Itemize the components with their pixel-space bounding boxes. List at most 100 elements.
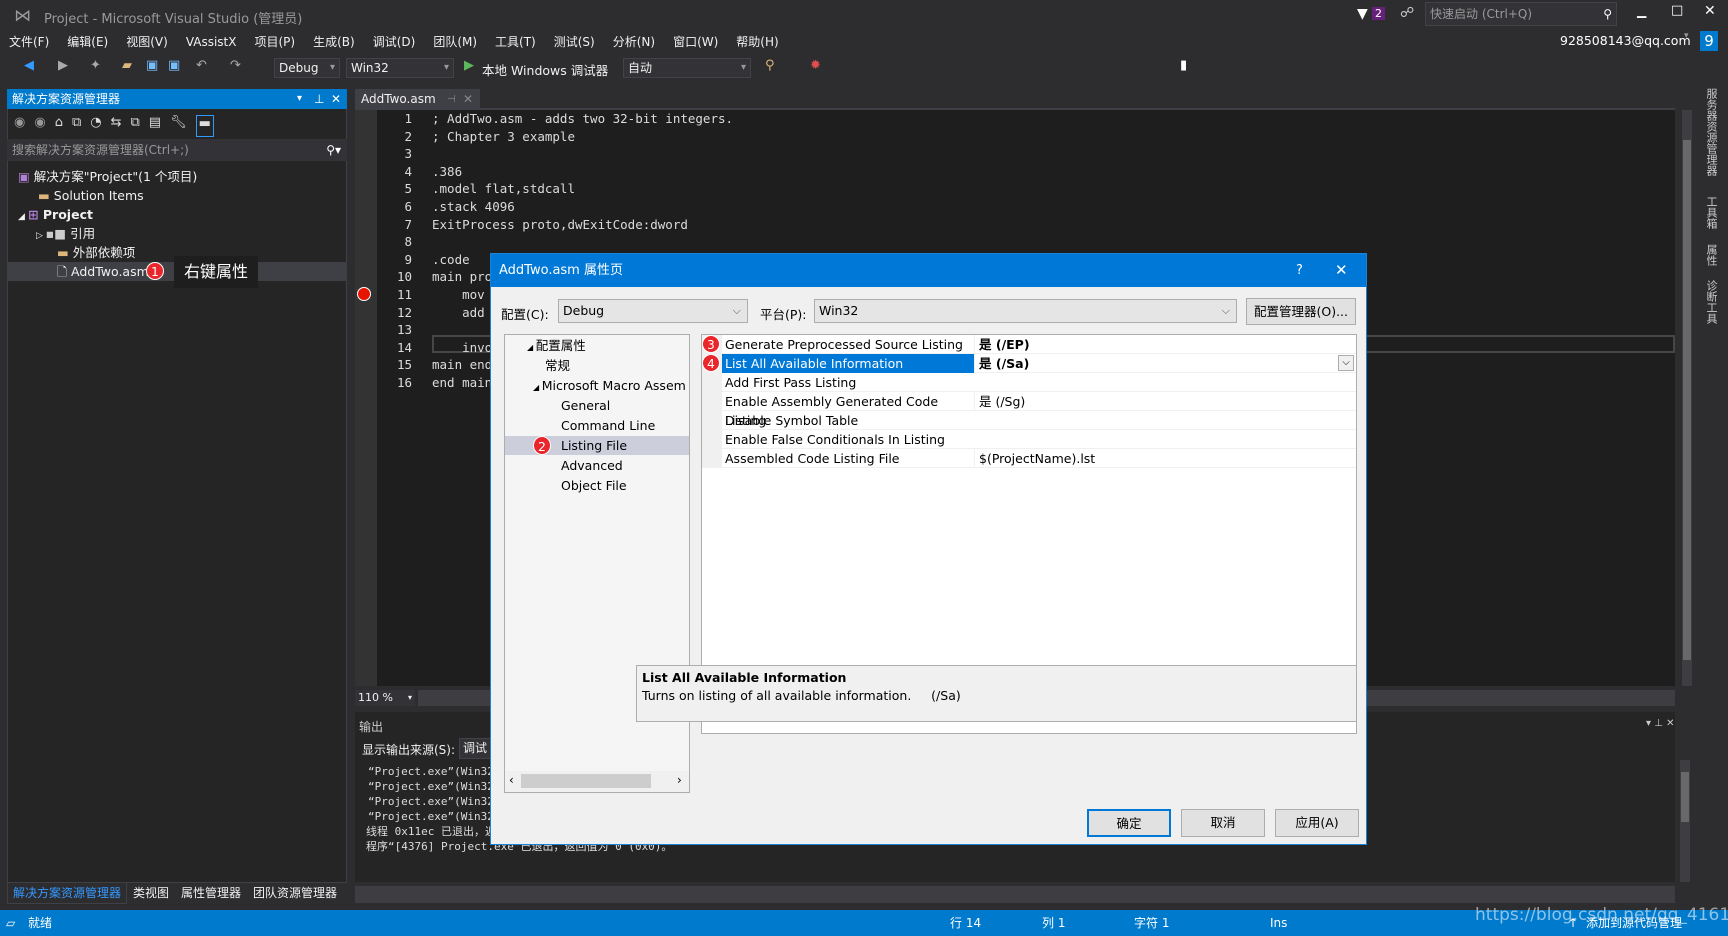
back-icon[interactable]: ◀	[24, 58, 34, 73]
property-row[interactable]: Enable Assembly Generated Code Listing 是 …	[702, 392, 1356, 428]
menu-build[interactable]: 生成(B)	[304, 32, 364, 52]
menu-project[interactable]: 项目(P)	[245, 32, 304, 52]
platform-dropdown[interactable]: Win32	[814, 299, 1237, 323]
tree-node[interactable]: 常规	[505, 356, 689, 375]
tree-node[interactable]: Command Line	[505, 416, 689, 435]
minimize-button[interactable]: ▁	[1637, 4, 1646, 18]
property-row[interactable]: Disable Symbol Table	[702, 411, 1356, 430]
tab-close-icon[interactable]: ✕	[463, 89, 473, 110]
menu-test[interactable]: 测试(S)	[545, 32, 604, 52]
property-value[interactable]: 是 (/EP)	[974, 335, 1354, 354]
account-chevron-icon[interactable]: ▾	[1684, 31, 1689, 41]
menu-help[interactable]: 帮助(H)	[727, 32, 787, 52]
menu-debug[interactable]: 调试(D)	[364, 32, 425, 52]
tree-node[interactable]: Advanced	[505, 456, 689, 475]
property-row[interactable]: Generate Preprocessed Source Listing 是 (/…	[702, 335, 1356, 354]
property-row[interactable]: List All Available Information 是 (/Sa) ⌵ 4	[702, 354, 1356, 373]
apply-button[interactable]: 应用(A)	[1275, 809, 1359, 837]
property-value[interactable]: 是 (/Sg)	[974, 392, 1354, 411]
pin-icon[interactable]: ⊥	[314, 89, 324, 109]
tab-properties[interactable]: 属性	[1704, 244, 1718, 266]
menu-vassistx[interactable]: VAssistX	[177, 32, 246, 52]
menu-analyze[interactable]: 分析(N)	[604, 32, 664, 52]
tree-item-solution[interactable]: ▣ 解决方案"Project"(1 个项目)	[18, 167, 197, 186]
save-all-icon[interactable]: ▣	[168, 58, 180, 73]
panel-close-icon[interactable]: ✕	[331, 89, 341, 109]
start-debug-icon[interactable]: ▶	[464, 58, 474, 73]
dialog-close-button[interactable]: ✕	[1335, 254, 1348, 287]
property-row[interactable]: Enable False Conditionals In Listing	[702, 430, 1356, 449]
collapse-all-icon[interactable]: ⧉	[131, 115, 140, 137]
sync-icon[interactable]: ⇆	[111, 115, 122, 137]
ok-button[interactable]: 确定	[1087, 809, 1171, 837]
editor-vertical-scrollbar[interactable]	[1682, 110, 1692, 686]
menu-tools[interactable]: 工具(T)	[486, 32, 545, 52]
configuration-dropdown[interactable]: Debug	[274, 58, 340, 78]
scrollbar-thumb[interactable]	[1683, 140, 1691, 660]
quick-launch-input[interactable]: 快速启动 (Ctrl+Q) ⚲	[1425, 2, 1617, 26]
scrollbar-thumb[interactable]	[521, 774, 651, 788]
zoom-dropdown[interactable]: 110 % ▾	[355, 690, 415, 706]
menu-team[interactable]: 团队(M)	[424, 32, 486, 52]
help-button[interactable]: ?	[1296, 254, 1303, 287]
property-row[interactable]: Assembled Code Listing File $(ProjectName…	[702, 449, 1356, 468]
tree-item-references[interactable]: ▷ ▪■ 引用	[36, 224, 95, 243]
new-project-icon[interactable]: ✦	[90, 58, 101, 73]
close-button[interactable]: ✕	[1704, 3, 1716, 19]
expand-arrow-icon[interactable]: ◢	[18, 212, 28, 222]
menu-file[interactable]: 文件(F)	[0, 32, 58, 52]
value-dropdown-icon[interactable]: ⌵	[1338, 355, 1354, 371]
output-vertical-scrollbar[interactable]	[1680, 760, 1690, 882]
tree-item-solution-items[interactable]: ▬ Solution Items	[38, 186, 144, 205]
output-menu-icon[interactable]: ▾ ⊥ ✕	[1646, 718, 1674, 729]
account-name[interactable]: 928508143@qq.com	[1560, 33, 1691, 48]
redo-icon[interactable]: ↷	[230, 58, 241, 73]
tab-toolbox[interactable]: 工具箱	[1704, 196, 1718, 229]
expand-arrow-icon[interactable]: ◢	[527, 343, 536, 352]
editor-tab-addtwo[interactable]: AddTwo.asm ⊣ ✕	[355, 89, 480, 110]
tree-item-external-deps[interactable]: ▬ 外部依赖项	[57, 243, 135, 262]
output-horizontal-scrollbar[interactable]	[355, 886, 1675, 903]
undo-icon[interactable]: ↶	[196, 58, 207, 73]
property-value[interactable]: $(ProjectName).lst	[974, 449, 1354, 468]
breakpoint-icon[interactable]	[357, 287, 371, 301]
notification-badge[interactable]: 2	[1372, 7, 1385, 20]
property-value[interactable]: 是 (/Sa)	[974, 354, 1354, 373]
tree-horizontal-scrollbar[interactable]: ‹ ›	[505, 771, 689, 792]
tab-property-manager[interactable]: 属性管理器	[175, 883, 247, 904]
show-all-files-icon[interactable]: ▤	[149, 115, 161, 137]
preview-icon[interactable]: ▬	[195, 115, 214, 137]
maximize-button[interactable]: □	[1671, 3, 1683, 18]
scroll-right-icon[interactable]: ›	[677, 773, 682, 787]
property-row[interactable]: Add First Pass Listing	[702, 373, 1356, 392]
home-icon[interactable]: ⌂	[55, 115, 63, 137]
config-manager-button[interactable]: 配置管理器(O)...	[1246, 298, 1356, 325]
platform-dropdown[interactable]: Win32	[346, 58, 454, 78]
tab-class-view[interactable]: 类视图	[127, 883, 175, 904]
feedback-icon[interactable]: ☍	[1400, 5, 1414, 21]
tree-node[interactable]: ◢ 配置属性	[505, 336, 689, 355]
forward-icon[interactable]: ▶	[58, 58, 68, 73]
start-debugger-button[interactable]: 本地 Windows 调试器	[482, 60, 608, 79]
pin-icon[interactable]: ⊣	[447, 89, 456, 110]
tab-solution-explorer[interactable]: 解决方案资源管理器	[7, 883, 128, 904]
scroll-left-icon[interactable]: ‹	[509, 773, 514, 787]
properties-wrench-icon[interactable]: 🔧︎	[170, 115, 187, 137]
cancel-button[interactable]: 取消	[1181, 809, 1265, 837]
save-icon[interactable]: ▣	[146, 58, 158, 73]
filter-icon[interactable]: ▼	[1357, 6, 1368, 22]
pending-changes-icon[interactable]: ◔	[90, 115, 101, 137]
menu-edit[interactable]: 编辑(E)	[58, 32, 117, 52]
bug-icon[interactable]: ✹	[810, 58, 821, 73]
tab-server-explorer[interactable]: 服务器资源管理器	[1704, 88, 1718, 176]
bookmark-icon[interactable]: ▮	[1180, 58, 1187, 73]
expand-arrow-icon[interactable]: ◢	[533, 383, 542, 392]
find-in-files-icon[interactable]: ⚲	[765, 58, 775, 73]
menu-window[interactable]: 窗口(W)	[664, 32, 727, 52]
tab-team-explorer[interactable]: 团队资源管理器	[247, 883, 343, 904]
tree-node[interactable]: ◢ Microsoft Macro Assem	[505, 376, 689, 395]
solution-search-input[interactable]: 搜索解决方案资源管理器(Ctrl+;) ⚲▾	[7, 139, 347, 161]
debug-mode-dropdown[interactable]: 自动	[623, 58, 751, 78]
tree-node[interactable]: General	[505, 396, 689, 415]
tree-node[interactable]: Object File	[505, 476, 689, 495]
